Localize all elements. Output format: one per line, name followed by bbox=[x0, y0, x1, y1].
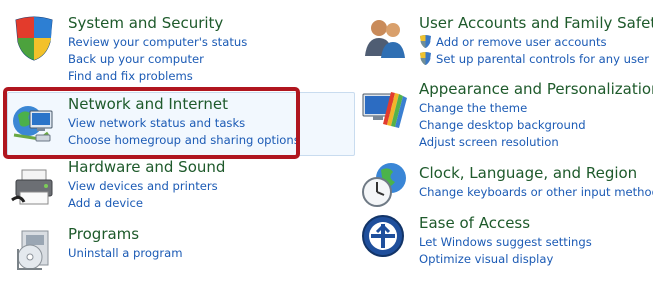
display-palette-icon bbox=[362, 92, 407, 128]
printer-icon bbox=[11, 169, 53, 205]
link-review-status[interactable]: Review your computer's status bbox=[68, 34, 247, 51]
category-title[interactable]: Appearance and Personalization bbox=[419, 80, 653, 98]
category-title[interactable]: User Accounts and Family Safety bbox=[419, 14, 653, 32]
link-add-remove-users[interactable]: Add or remove user accounts bbox=[419, 34, 649, 51]
link-screen-resolution[interactable]: Adjust screen resolution bbox=[419, 134, 586, 151]
uac-shield-icon bbox=[420, 35, 431, 48]
category-title[interactable]: Ease of Access bbox=[419, 214, 530, 232]
link-uninstall-program[interactable]: Uninstall a program bbox=[68, 245, 183, 262]
link-change-theme[interactable]: Change the theme bbox=[419, 100, 586, 117]
uac-shield-icon bbox=[420, 52, 431, 65]
network-globe-icon bbox=[13, 106, 53, 142]
users-icon bbox=[365, 20, 405, 58]
link-label: Set up parental controls for any user bbox=[436, 52, 649, 66]
link-devices-printers[interactable]: View devices and printers bbox=[68, 178, 218, 195]
programs-icon bbox=[17, 230, 49, 270]
link-optimize-display[interactable]: Optimize visual display bbox=[419, 251, 592, 268]
link-add-device[interactable]: Add a device bbox=[68, 195, 218, 212]
link-keyboards-input[interactable]: Change keyboards or other input methods bbox=[419, 184, 653, 201]
ease-of-access-icon bbox=[362, 215, 404, 257]
link-homegroup-sharing[interactable]: Choose homegroup and sharing options bbox=[68, 132, 300, 149]
shield-icon bbox=[15, 16, 53, 61]
category-title[interactable]: Programs bbox=[68, 225, 139, 243]
category-title[interactable]: Clock, Language, and Region bbox=[419, 164, 637, 182]
link-find-fix[interactable]: Find and fix problems bbox=[68, 68, 247, 85]
clock-globe-icon bbox=[362, 163, 406, 207]
link-network-status[interactable]: View network status and tasks bbox=[68, 115, 300, 132]
link-parental-controls[interactable]: Set up parental controls for any user bbox=[419, 51, 649, 68]
link-back-up[interactable]: Back up your computer bbox=[68, 51, 247, 68]
category-title[interactable]: Network and Internet bbox=[68, 95, 228, 113]
category-title[interactable]: Hardware and Sound bbox=[68, 158, 225, 176]
category-title[interactable]: System and Security bbox=[68, 14, 223, 32]
link-desktop-background[interactable]: Change desktop background bbox=[419, 117, 586, 134]
link-label: Add or remove user accounts bbox=[436, 35, 607, 49]
link-windows-suggest[interactable]: Let Windows suggest settings bbox=[419, 234, 592, 251]
